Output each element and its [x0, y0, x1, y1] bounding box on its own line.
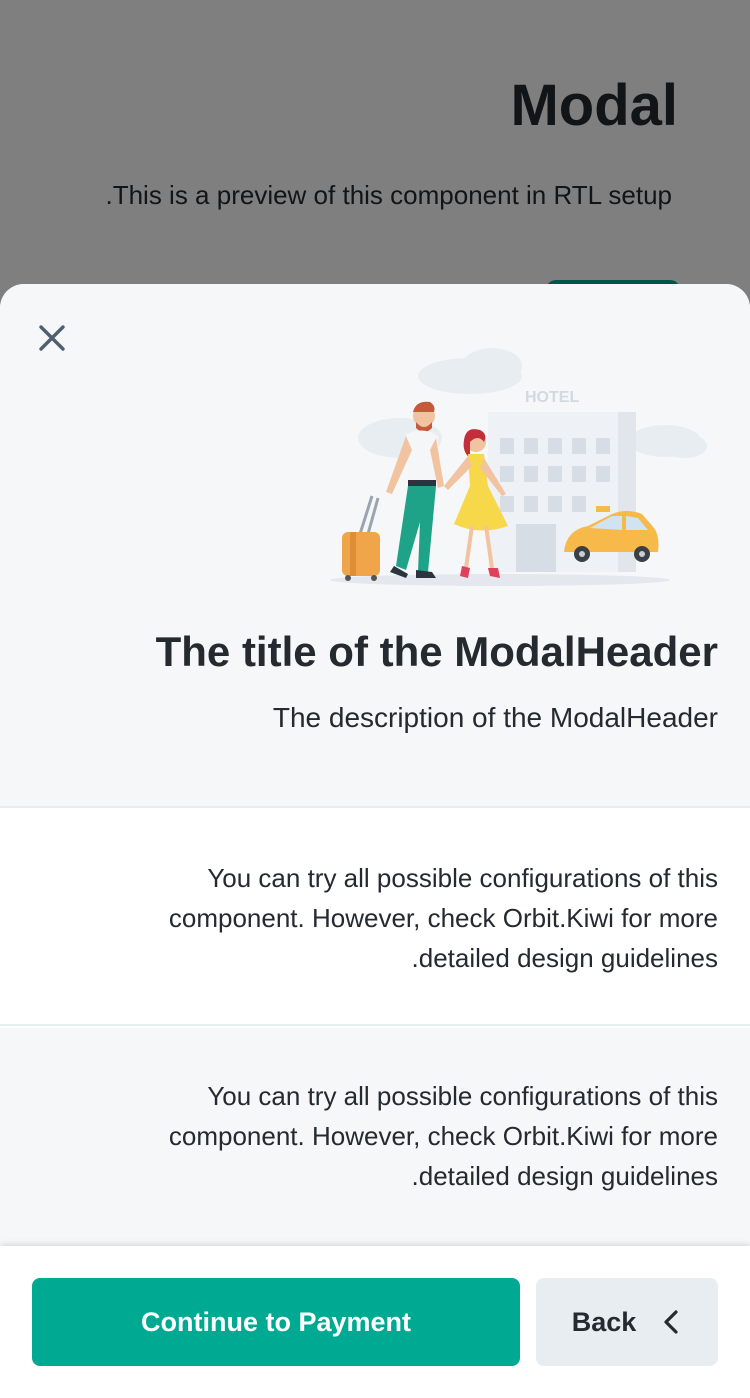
modal-header: HOTEL The title of the ModalHeader The d… — [0, 284, 750, 808]
back-label: Back — [571, 1306, 637, 1337]
modal-header-title: The title of the ModalHeader — [155, 628, 718, 675]
continue-to-payment-label: Continue to Payment — [140, 1306, 411, 1337]
section-text: You can try all possible configurations … — [168, 863, 718, 973]
modal-section: You can try all possible configurations … — [0, 1028, 750, 1246]
close-button[interactable] — [28, 314, 76, 362]
hotel-couple-taxi-illustration: HOTEL — [330, 348, 707, 586]
section-text: You can try all possible configurations … — [168, 1081, 718, 1191]
back-button[interactable]: Back — [536, 1278, 718, 1366]
chevron-left-icon — [664, 1310, 678, 1334]
modal: HOTEL The title of the ModalHeader The d… — [0, 284, 750, 1398]
svg-text:HOTEL: HOTEL — [525, 389, 579, 406]
continue-to-payment-button[interactable]: Continue to Payment — [32, 1278, 520, 1366]
modal-section: You can try all possible configurations … — [0, 810, 750, 1026]
modal-footer: Continue to Payment Back — [0, 1246, 750, 1398]
close-icon — [39, 325, 65, 351]
modal-header-description: The description of the ModalHeader — [272, 702, 718, 733]
